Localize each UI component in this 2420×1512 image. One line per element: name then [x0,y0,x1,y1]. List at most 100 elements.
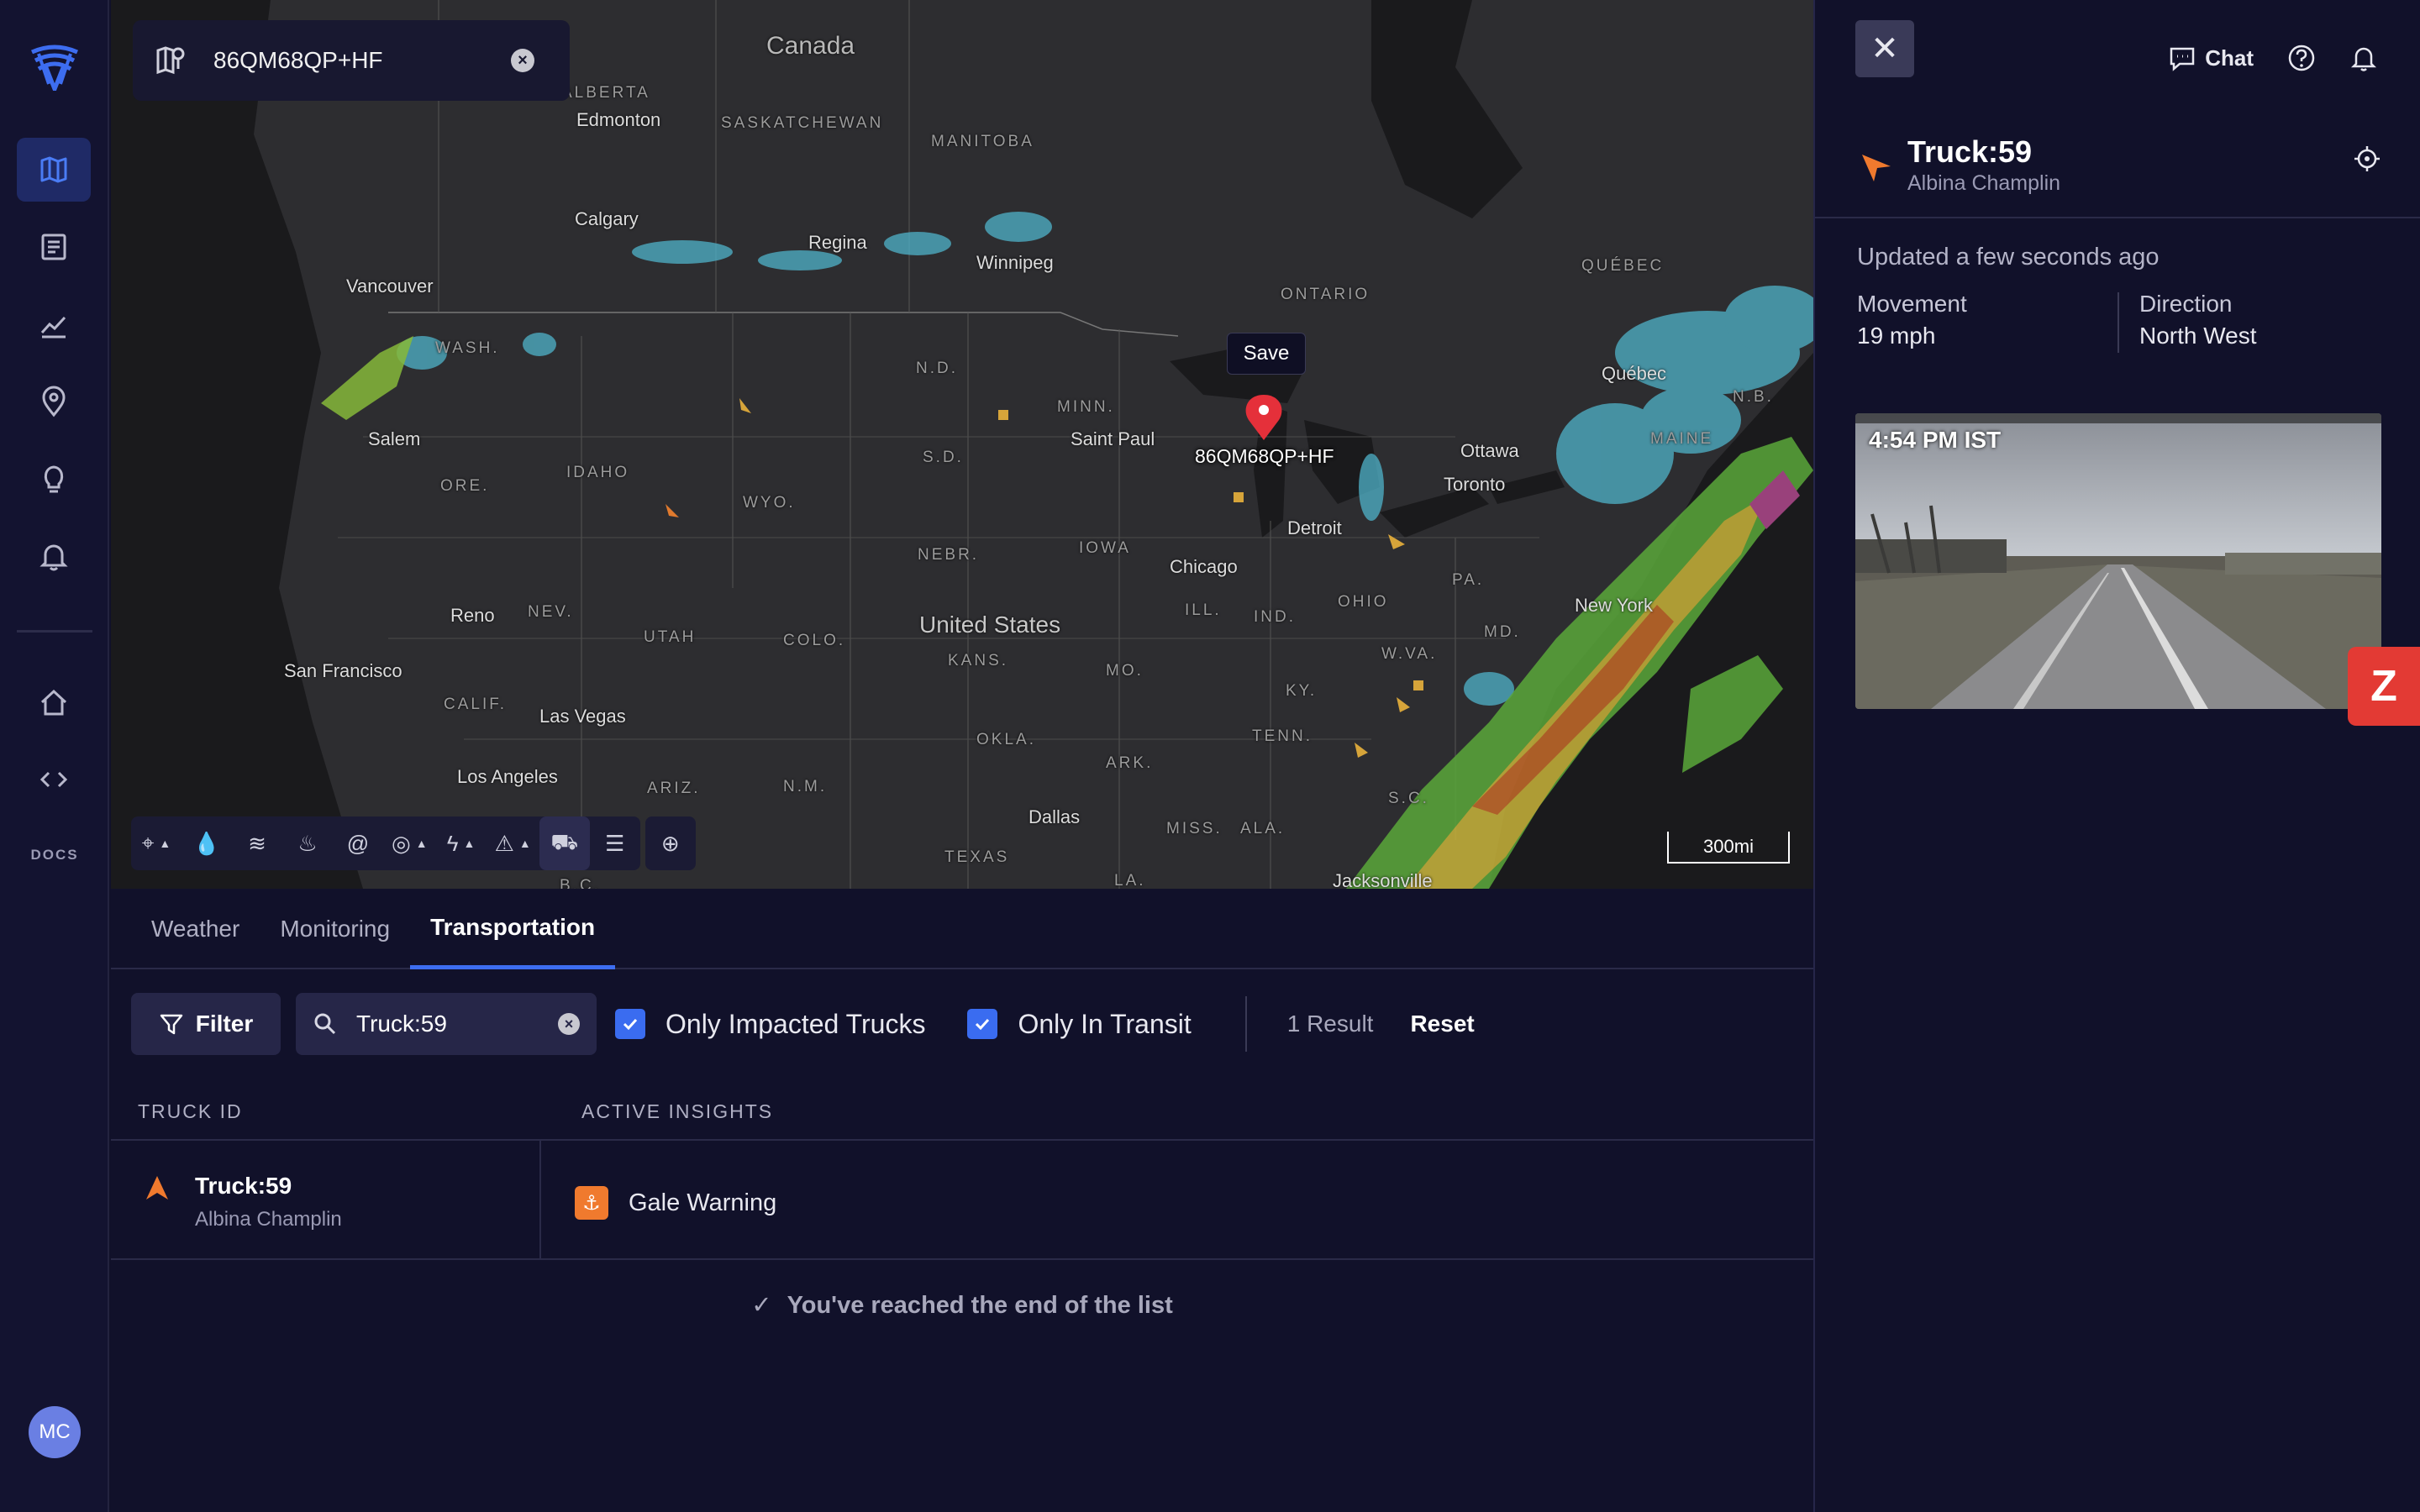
filter-button[interactable]: Filter [131,993,281,1055]
map-toolbar: ⌖ ▲ 💧 ≋ ♨ @ ◎ ▲ ϟ ▲ ⚠ ▲ ⛟ ☰ ⊕ [131,816,696,870]
nav-insights-button[interactable] [17,447,91,511]
map-label: New York [1575,595,1653,616]
map-label: MAINE [1650,430,1714,448]
logo-icon[interactable] [29,44,81,95]
nav-analytics-button[interactable] [17,292,91,356]
map-label: OKLA. [976,731,1036,748]
map-label: United States [919,612,1061,638]
weather-map[interactable]: Canada United States ALBERTA SASKATCHEWA… [111,0,1813,889]
close-button[interactable]: ✕ [1855,20,1914,77]
avatar[interactable]: MC [29,1406,81,1458]
map-label: B.C. [560,877,601,889]
map-label: TENN. [1252,727,1313,745]
help-icon[interactable] [2287,44,2316,72]
end-of-list-text: You've reached the end of the list [786,1292,1173,1319]
nav-alerts-button[interactable] [17,524,91,588]
map-label: Dallas [1028,806,1081,827]
side-launcher-button[interactable]: Z [2348,647,2420,726]
trucks-layer-button[interactable]: ⛟ [539,816,590,870]
map-label: MINN. [1057,398,1115,416]
map-label: OHIO [1338,593,1389,611]
save-tooltip-button[interactable]: Save [1227,333,1306,375]
settings-layer-button[interactable]: ☰ [590,816,640,870]
map-scale: 300mi [1667,832,1790,864]
map-label: Edmonton [576,109,661,130]
map-label: Ottawa [1460,440,1519,461]
truck-search-input[interactable]: Truck:59 × [296,993,597,1055]
truck-title: Truck:59 [1907,134,2033,169]
chat-button[interactable]: Chat [2168,44,2254,72]
plus-code-search[interactable]: 86QM68QP+HF × [133,20,570,101]
nav-reports-button[interactable] [17,215,91,279]
map-label: Detroit [1287,517,1342,538]
insight-label[interactable]: Gale Warning [629,1189,776,1217]
checkbox-checked-icon[interactable] [967,1009,998,1039]
clear-icon[interactable]: × [511,49,534,72]
lightning-layer-button[interactable]: ϟ ▲ [436,816,487,870]
reset-button[interactable]: Reset [1410,1011,1474,1037]
divider [1244,996,1247,1052]
location-layer-button[interactable]: ⌖ ▲ [131,816,182,870]
add-location-button[interactable]: ⊕ [645,816,696,870]
map-label: IOWA [1079,539,1131,557]
alerts-layer-button[interactable]: ⚠ ▲ [487,816,539,870]
fire-layer-button[interactable]: ♨ [282,816,333,870]
filter-row: Filter Truck:59 × Only Impacted Trucks O… [131,993,1475,1055]
gale-warning-icon: ⚓ [575,1186,608,1220]
bottom-panel: Weather Monitoring Transportation Filter… [111,889,1813,1512]
plus-code-value[interactable]: 86QM68QP+HF [213,47,511,74]
map-icon [40,156,67,183]
precipitation-layer-button[interactable]: 💧 [182,816,232,870]
map-label: WYO. [743,494,796,512]
road-photo [1855,413,2381,709]
wind-layer-button[interactable]: ≋ [232,816,282,870]
nav-home-button[interactable] [17,670,91,734]
nav-developer-button[interactable] [17,748,91,811]
only-transit-label: Only In Transit [1018,1008,1192,1039]
panel-actions: Chat [2168,44,2378,72]
only-impacted-checkbox[interactable]: Only Impacted Trucks [615,1009,925,1040]
nav-map-button[interactable] [17,138,91,202]
code-icon [39,771,68,788]
bell-icon[interactable] [2349,44,2378,72]
clear-icon[interactable]: × [558,1013,580,1035]
map-label: LA. [1114,872,1146,889]
truck-search-value[interactable]: Truck:59 [356,1011,558,1037]
locate-icon[interactable] [2353,144,2381,173]
pin-label: 86QM68QP+HF [1195,445,1334,467]
tab-monitoring[interactable]: Monitoring [260,889,410,969]
column-header-active-insights[interactable]: ACTIVE INSIGHTS [581,1100,773,1123]
dashcam-image[interactable]: 4:54 PM IST [1855,413,2381,709]
map-label: Las Vegas [539,706,626,727]
wind-icon: ≋ [248,830,266,856]
lightbulb-icon [44,465,64,493]
map-label: MO. [1106,662,1144,680]
add-pin-icon: ⊕ [660,830,680,856]
filter-icon [160,1014,183,1035]
map-label: W.VA. [1381,645,1438,663]
movement-value: 19 mph [1857,323,1936,349]
only-transit-checkbox[interactable]: Only In Transit [967,1008,1192,1040]
tab-bar: Weather Monitoring Transportation [111,889,1813,969]
column-header-truck-id[interactable]: TRUCK ID [138,1100,243,1123]
direction-value: North West [2139,323,2257,349]
map-label: N.D. [916,360,958,377]
map-label: N.B. [1733,388,1774,406]
nav-docs-link[interactable]: DOCS [0,847,109,864]
camera-timestamp: 4:54 PM IST [1869,427,2002,453]
table-row[interactable]: Truck:59 Albina Champlin ⚓ Gale Warning [111,1141,1813,1260]
filter-label: Filter [195,1011,254,1037]
storm-layer-button[interactable]: @ [333,816,383,870]
movement-stat: Movement 19 mph [1857,291,1967,349]
checkbox-checked-icon[interactable] [615,1009,645,1039]
radar-layer-button[interactable]: ◎ ▲ [383,816,436,870]
result-count: 1 Result [1286,1011,1374,1037]
nav-locations-button[interactable] [17,370,91,433]
map-label: Salem [368,428,421,449]
direction-label: Direction [2139,291,2233,317]
table-header: TRUCK ID ACTIVE INSIGHTS [111,1090,1813,1141]
column-divider [539,1141,541,1260]
caret-up-icon: ▲ [463,837,476,850]
tab-weather[interactable]: Weather [131,889,260,969]
tab-transportation[interactable]: Transportation [410,889,616,969]
